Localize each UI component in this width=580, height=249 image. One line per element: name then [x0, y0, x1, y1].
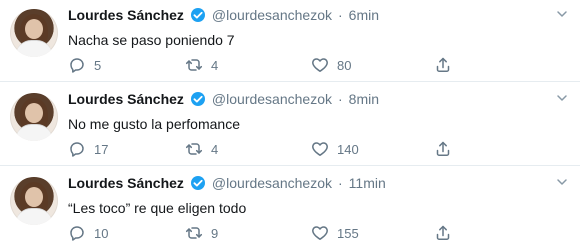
reply-button[interactable]: 5: [68, 56, 101, 74]
timestamp[interactable]: 6min: [349, 7, 379, 23]
tweet-header: Lourdes Sánchez @lourdesanchezok · 6min: [68, 6, 546, 24]
reply-count: 10: [94, 225, 109, 241]
like-button[interactable]: 155: [311, 224, 359, 242]
tweet-text: No me gusto la perfomance: [68, 116, 240, 132]
tweet-content: Lourdes Sánchez @lourdesanchezok · 11min…: [68, 174, 546, 241]
timestamp[interactable]: 8min: [349, 91, 379, 107]
reply-icon: [70, 226, 84, 241]
tweet-actions: 5 4 80: [68, 56, 546, 76]
tweet-actions: 17 4 140: [68, 140, 546, 160]
username[interactable]: @lourdesanchezok: [212, 7, 332, 23]
reply-button[interactable]: 10: [68, 224, 108, 242]
verified-badge-icon: [190, 176, 205, 190]
reply-count: 5: [94, 57, 102, 73]
time-separator: ·: [337, 175, 343, 191]
retweet-count: 4: [211, 57, 219, 73]
share-icon: [436, 141, 450, 156]
display-name[interactable]: Lourdes Sánchez: [68, 7, 184, 23]
avatar-face: [25, 103, 43, 123]
chevron-down-icon[interactable]: [556, 92, 568, 104]
retweet-icon: [185, 143, 203, 155]
username[interactable]: @lourdesanchezok: [212, 91, 332, 107]
verified-badge-icon: [190, 8, 205, 22]
heart-icon: [312, 142, 328, 156]
avatar[interactable]: [10, 93, 58, 141]
like-count: 140: [337, 141, 359, 157]
avatar[interactable]: [10, 9, 58, 57]
reply-icon: [70, 142, 84, 157]
tweet-card[interactable]: Lourdes Sánchez @lourdesanchezok · 8min …: [0, 84, 580, 166]
retweet-button[interactable]: 9: [185, 224, 218, 242]
chevron-down-icon[interactable]: [556, 176, 568, 188]
like-button[interactable]: 140: [311, 140, 359, 158]
tweet-card[interactable]: Lourdes Sánchez @lourdesanchezok · 6min …: [0, 0, 580, 82]
tweet-text: Nacha se paso poniendo 7: [68, 32, 235, 48]
tweet-header: Lourdes Sánchez @lourdesanchezok · 11min: [68, 174, 546, 192]
tweet-actions: 10 9 155: [68, 224, 546, 244]
avatar[interactable]: [10, 177, 58, 225]
tweet-header: Lourdes Sánchez @lourdesanchezok · 8min: [68, 90, 546, 108]
share-icon: [436, 225, 450, 240]
share-icon: [436, 57, 450, 72]
display-name[interactable]: Lourdes Sánchez: [68, 91, 184, 107]
tweet-content: Lourdes Sánchez @lourdesanchezok · 8min …: [68, 90, 546, 157]
like-button[interactable]: 80: [311, 56, 351, 74]
like-count: 80: [337, 57, 352, 73]
reply-icon: [70, 58, 84, 73]
username[interactable]: @lourdesanchezok: [212, 175, 332, 191]
heart-icon: [312, 226, 328, 240]
share-button[interactable]: [434, 224, 452, 242]
avatar-face: [25, 187, 43, 207]
share-button[interactable]: [434, 56, 452, 74]
tweet-content: Lourdes Sánchez @lourdesanchezok · 6min …: [68, 6, 546, 73]
time-separator: ·: [337, 91, 343, 107]
time-separator: ·: [337, 7, 343, 23]
retweet-count: 4: [211, 141, 219, 157]
reply-count: 17: [94, 141, 109, 157]
retweet-count: 9: [211, 225, 219, 241]
timestamp[interactable]: 11min: [349, 175, 386, 191]
avatar-face: [25, 19, 43, 39]
retweet-button[interactable]: 4: [185, 140, 218, 158]
retweet-button[interactable]: 4: [185, 56, 218, 74]
display-name[interactable]: Lourdes Sánchez: [68, 175, 184, 191]
like-count: 155: [337, 225, 359, 241]
chevron-down-icon[interactable]: [556, 8, 568, 20]
tweet-feed: Lourdes Sánchez @lourdesanchezok · 6min …: [0, 0, 580, 249]
tweet-card[interactable]: Lourdes Sánchez @lourdesanchezok · 11min…: [0, 168, 580, 249]
verified-badge-icon: [190, 92, 205, 106]
avatar-shirt: [16, 124, 52, 141]
tweet-text: “Les toco” re que eligen todo: [68, 200, 247, 216]
avatar-shirt: [16, 208, 52, 225]
avatar-shirt: [16, 40, 52, 57]
retweet-icon: [185, 59, 203, 71]
heart-icon: [312, 58, 328, 72]
share-button[interactable]: [434, 140, 452, 158]
reply-button[interactable]: 17: [68, 140, 108, 158]
retweet-icon: [185, 227, 203, 239]
